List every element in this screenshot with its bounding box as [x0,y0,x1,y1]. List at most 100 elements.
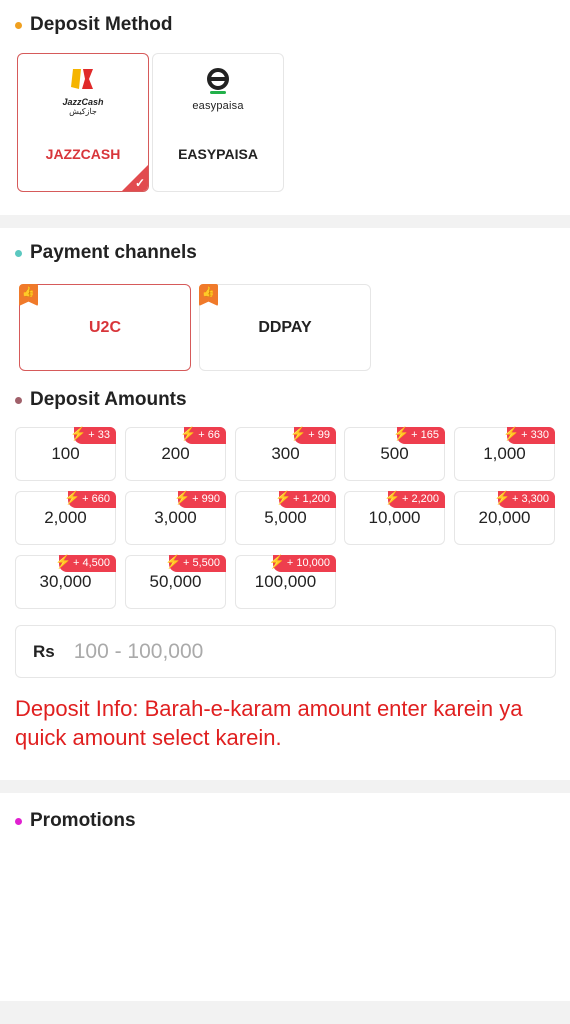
promotions-title: Promotions [30,810,136,831]
bonus-badge: ⚡ + 660 [64,490,116,508]
bonus-badge: ⚡ + 5,500 [165,554,226,572]
bonus-badge: ⚡ + 1,200 [275,490,336,508]
bonus-badge: ⚡ + 165 [393,426,445,444]
amount-chip[interactable]: ⚡ + 1,200 5,000 [235,490,336,545]
easypaisa-mark-icon [207,68,229,94]
bullet-dot-icon [15,21,22,29]
deposit-method-title: Deposit Method [30,14,173,35]
bonus-text: + 990 [192,493,220,505]
amount-chip[interactable]: ⚡ + 10,000 100,000 [235,554,336,609]
lightning-icon: ⚡ [164,554,182,569]
lightning-icon: ⚡ [64,490,81,505]
channel-label-u2c: U2C [88,318,121,336]
payment-channels-title: Payment channels [30,242,197,263]
bonus-badge: ⚡ + 2,200 [384,490,445,508]
amount-value: 1,000 [483,444,526,463]
channel-label-ddpay: DDPAY [258,318,312,336]
amount-chip[interactable]: ⚡ + 66 200 [125,426,226,481]
bonus-badge: ⚡ + 66 [180,426,226,444]
promotions-section: Promotions [0,793,570,1001]
payment-channels-header: Payment channels [15,242,197,264]
bonus-text: + 660 [82,493,110,505]
channel-card-u2c[interactable]: 👍 U2C [19,284,191,371]
method-label-easypaisa: EASYPAISA [178,146,258,162]
bonus-text: + 330 [521,429,549,441]
currency-label: Rs [33,641,55,661]
amount-input[interactable] [73,639,494,664]
amount-chip[interactable]: ⚡ + 99 300 [235,426,336,481]
deposit-amounts-header: Deposit Amounts [15,389,187,411]
easypaisa-logo: easypaisa [153,67,283,112]
amount-value: 2,000 [44,508,87,527]
amount-input-row[interactable]: Rs [15,625,556,678]
amount-value: 50,000 [149,572,202,591]
amount-chip[interactable]: ⚡ + 165 500 [344,426,445,481]
amount-value: 200 [161,444,190,463]
bonus-badge: ⚡ + 3,300 [494,490,555,508]
deposit-method-section: Deposit Method JazzCash جازکیش JAZZCASH … [0,0,570,215]
method-label-jazzcash: JAZZCASH [45,146,121,162]
jazzcash-logo-text: JazzCash [62,97,104,107]
channel-card-ddpay[interactable]: 👍 DDPAY [199,284,371,371]
amount-chip[interactable]: ⚡ + 990 3,000 [125,490,226,545]
bonus-text: + 10,000 [286,557,330,569]
bonus-text: + 2,200 [401,493,439,505]
amount-chip[interactable]: ⚡ + 33 100 [15,426,116,481]
amount-value: 5,000 [264,508,307,527]
bonus-text: + 4,500 [72,557,110,569]
amount-value: 20,000 [478,508,531,527]
method-card-easypaisa[interactable]: easypaisa EASYPAISA [152,53,284,192]
deposit-info-text: Deposit Info: Barah-e-karam amount enter… [15,696,523,750]
deposit-amounts-title: Deposit Amounts [30,389,187,410]
lightning-icon: ⚡ [383,490,401,505]
lightning-icon: ⚡ [70,426,87,441]
jazzcash-logo-subtext: جازکیش [69,107,97,116]
bonus-badge: ⚡ + 990 [174,490,226,508]
bullet-dot-icon [15,249,22,257]
bonus-text: + 165 [411,429,439,441]
amount-chip[interactable]: ⚡ + 2,200 10,000 [344,490,445,545]
bullet-dot-icon [15,396,22,404]
bonus-text: + 66 [198,429,220,441]
check-icon: ✓ [134,176,145,190]
jazzcash-logo: JazzCash جازکیش [18,67,148,116]
payment-section: Payment channels 👍 U2C 👍 DDPAY Deposit A… [0,228,570,780]
jazzcash-mark-icon [71,69,93,89]
amount-chip[interactable]: ⚡ + 660 2,000 [15,490,116,545]
lightning-icon: ⚡ [174,490,191,505]
bonus-text: + 5,500 [182,557,220,569]
easypaisa-logo-text: easypaisa [192,100,244,112]
amount-chip[interactable]: ⚡ + 330 1,000 [454,426,555,481]
lightning-icon: ⚡ [180,426,197,441]
bonus-text: + 99 [308,429,330,441]
lightning-icon: ⚡ [274,490,292,505]
lightning-icon: ⚡ [54,554,72,569]
lightning-icon: ⚡ [393,426,410,441]
bonus-badge: ⚡ + 4,500 [55,554,116,572]
bonus-badge: ⚡ + 33 [70,426,116,444]
amount-value: 3,000 [154,508,197,527]
bullet-dot-icon [15,817,22,825]
amount-value: 300 [271,444,300,463]
method-card-jazzcash[interactable]: JazzCash جازکیش JAZZCASH ✓ [17,53,149,192]
bonus-badge: ⚡ + 10,000 [269,554,336,572]
promotions-header: Promotions [15,810,136,832]
deposit-method-header: Deposit Method [15,14,173,36]
amount-value: 100,000 [254,572,317,591]
amount-chip[interactable]: ⚡ + 5,500 50,000 [125,554,226,609]
amount-chip[interactable]: ⚡ + 3,300 20,000 [454,490,555,545]
lightning-icon: ⚡ [268,554,286,569]
bonus-badge: ⚡ + 99 [290,426,336,444]
amount-value: 30,000 [39,572,92,591]
amount-value: 500 [380,444,409,463]
bonus-text: + 1,200 [292,493,330,505]
amount-chip[interactable]: ⚡ + 4,500 30,000 [15,554,116,609]
bonus-badge: ⚡ + 330 [503,426,555,444]
lightning-icon: ⚡ [493,490,511,505]
amount-value: 10,000 [368,508,421,527]
bonus-text: + 33 [88,429,110,441]
lightning-icon: ⚡ [290,426,307,441]
bonus-text: + 3,300 [511,493,549,505]
lightning-icon: ⚡ [503,426,520,441]
amount-value: 100 [51,444,80,463]
